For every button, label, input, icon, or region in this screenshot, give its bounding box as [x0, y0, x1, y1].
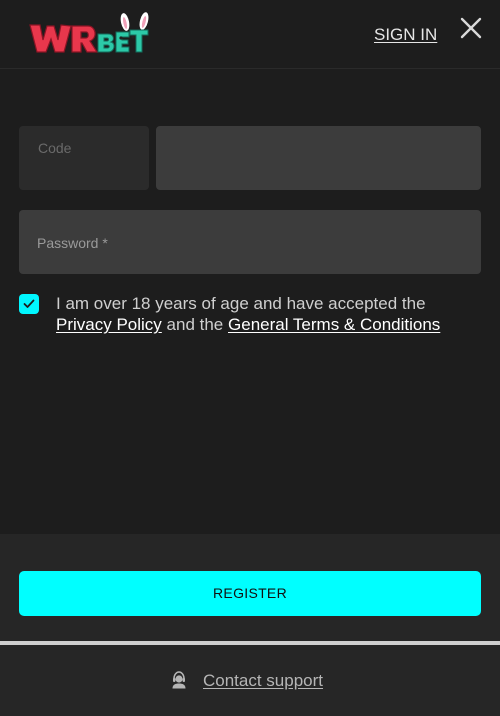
password-input[interactable]: Password *: [19, 210, 481, 274]
age-terms-checkbox[interactable]: [19, 294, 39, 314]
country-code-field[interactable]: Code: [19, 126, 149, 190]
password-placeholder: Password *: [37, 235, 108, 251]
general-terms-link[interactable]: General Terms & Conditions: [228, 315, 440, 334]
close-icon[interactable]: [459, 16, 483, 40]
terms-text: I am over 18 years of age and have accep…: [56, 293, 476, 335]
terms-text-before: I am over 18 years of age and have accep…: [56, 294, 426, 313]
support-agent-icon: [172, 671, 186, 689]
terms-connector: and the: [166, 315, 224, 334]
phone-number-input[interactable]: [156, 126, 481, 190]
contact-support-link[interactable]: Contact support: [203, 671, 323, 691]
code-placeholder: Code: [38, 140, 72, 156]
sign-in-link[interactable]: SIGN IN: [374, 25, 437, 45]
privacy-policy-link[interactable]: Privacy Policy: [56, 315, 162, 334]
header: SIGN IN: [0, 0, 500, 69]
checkmark-icon: [23, 299, 35, 308]
register-button[interactable]: REGISTER: [19, 571, 481, 616]
wrbet-logo[interactable]: [28, 12, 152, 58]
